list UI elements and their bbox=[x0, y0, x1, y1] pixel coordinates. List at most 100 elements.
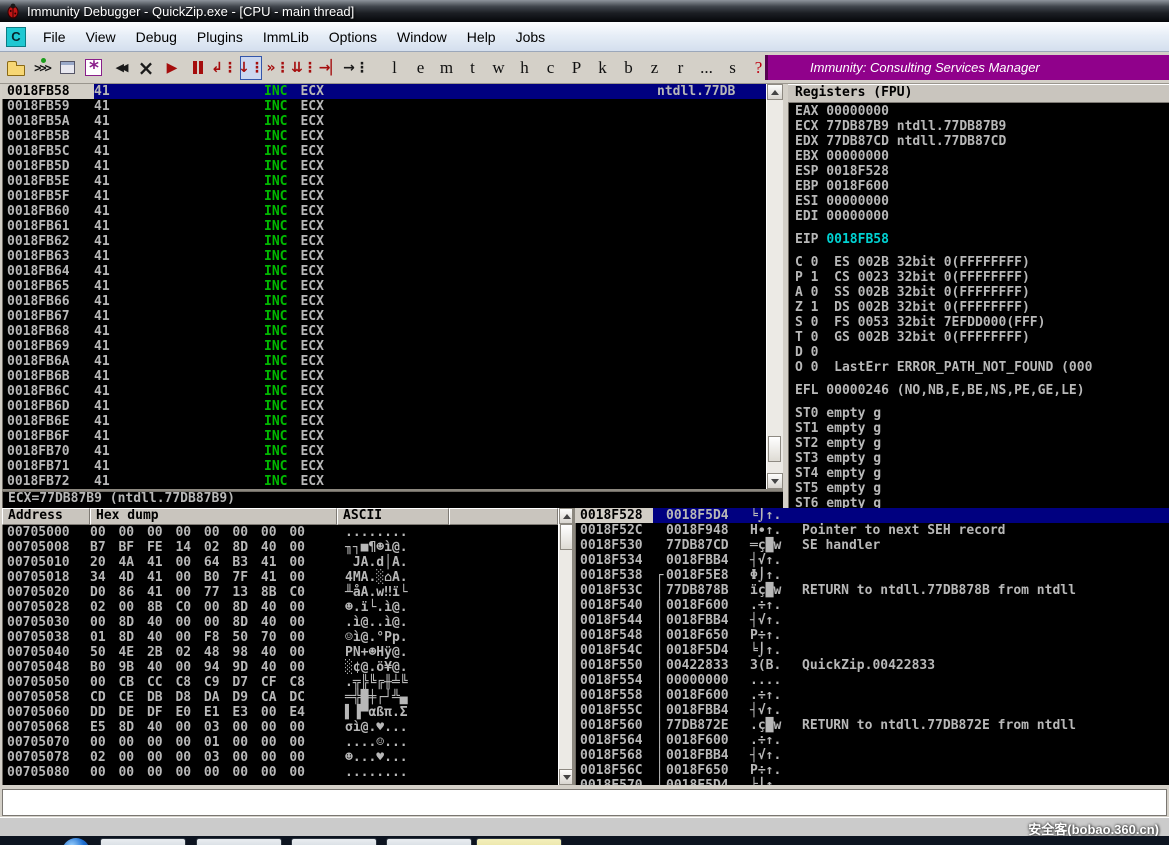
disasm-row[interactable]: 0018FB6541INCECX bbox=[2, 279, 766, 294]
pause-icon[interactable] bbox=[188, 57, 208, 79]
disasm-row[interactable]: 0018FB6741INCECX bbox=[2, 309, 766, 324]
disasm-row[interactable]: 0018FB6C41INCECX bbox=[2, 384, 766, 399]
toolbar-letter-button[interactable]: l bbox=[386, 58, 403, 78]
stack-row[interactable]: 0018F550│004228333(B.QuickZip.00422833 bbox=[575, 658, 1169, 673]
stack-row[interactable]: 0018F554│00000000.... bbox=[575, 673, 1169, 688]
disasm-row[interactable]: 0018FB5A41INCECX bbox=[2, 114, 766, 129]
scroll-down-icon[interactable] bbox=[767, 473, 783, 489]
stack-row[interactable]: 0018F5280018F5D4╘⌡↑. bbox=[575, 508, 1169, 523]
dump-row[interactable]: 00705058CD CE DB D8 DA D9 CA DC═╬█╪┌┘╩▄ bbox=[2, 690, 558, 705]
disassembly-pane[interactable]: 0018FB5841INCECXntdll.77DB0018FB5941INCE… bbox=[2, 84, 766, 489]
disasm-row[interactable]: 0018FB6D41INCECX bbox=[2, 399, 766, 414]
toolbar-letter-button[interactable]: m bbox=[438, 58, 455, 78]
disasm-row[interactable]: 0018FB6641INCECX bbox=[2, 294, 766, 309]
stack-row[interactable]: 0018F558│0018F600.÷↑. bbox=[575, 688, 1169, 703]
stack-row[interactable]: 0018F56C│0018F650P÷↑. bbox=[575, 763, 1169, 778]
disasm-row[interactable]: 0018FB6241INCECX bbox=[2, 234, 766, 249]
dump-row[interactable]: 0070508000 00 00 00 00 00 00 00........ bbox=[2, 765, 558, 780]
toolbar-letter-button[interactable]: e bbox=[412, 58, 429, 78]
taskbar-button[interactable] bbox=[291, 838, 377, 845]
disasm-row[interactable]: 0018FB6341INCECX bbox=[2, 249, 766, 264]
disasm-row[interactable]: 0018FB7041INCECX bbox=[2, 444, 766, 459]
dump-row[interactable]: 0070501020 4A 41 00 64 B3 41 00 JA.d│A. bbox=[2, 555, 558, 570]
toolbar-letter-button[interactable]: ... bbox=[698, 58, 715, 78]
menu-item-options[interactable]: Options bbox=[319, 25, 387, 49]
execute-till-return-icon[interactable]: →▏ bbox=[320, 57, 340, 79]
scroll-up-icon[interactable] bbox=[767, 84, 783, 100]
dump-row[interactable]: 00705068E5 8D 40 00 03 00 00 00σì@.♥... bbox=[2, 720, 558, 735]
menu-item-view[interactable]: View bbox=[76, 25, 126, 49]
disasm-row[interactable]: 0018FB6941INCECX bbox=[2, 339, 766, 354]
disasm-row[interactable]: 0018FB7141INCECX bbox=[2, 459, 766, 474]
command-input[interactable] bbox=[2, 789, 1167, 816]
stack-row[interactable]: 0018F52C0018F948H∙↑.Pointer to next SEH … bbox=[575, 523, 1169, 538]
toolbar-letter-button[interactable]: t bbox=[464, 58, 481, 78]
stack-row[interactable]: 0018F540│0018F600.÷↑. bbox=[575, 598, 1169, 613]
dump-row[interactable]: 00705020D0 86 41 00 77 13 8B C0╨åA.w‼ï└ bbox=[2, 585, 558, 600]
disasm-row[interactable]: 0018FB6F41INCECX bbox=[2, 429, 766, 444]
menu-item-immlib[interactable]: ImmLib bbox=[253, 25, 319, 49]
stack-row[interactable]: 0018F548│0018F650P÷↑. bbox=[575, 628, 1169, 643]
disasm-row[interactable]: 0018FB5841INCECXntdll.77DB bbox=[2, 84, 766, 99]
menu-item-plugins[interactable]: Plugins bbox=[187, 25, 253, 49]
disasm-row[interactable]: 0018FB5E41INCECX bbox=[2, 174, 766, 189]
disasm-row[interactable]: 0018FB5F41INCECX bbox=[2, 189, 766, 204]
plugins-icon[interactable]: * bbox=[84, 57, 104, 79]
memory-dump-pane[interactable]: AddressHex dumpASCII 0070500000 00 00 00… bbox=[2, 508, 572, 785]
stack-row[interactable]: 0018F53077DB87CD═ç█wSE handler bbox=[575, 538, 1169, 553]
dump-row[interactable]: 0070502802 00 8B C0 00 8D 40 00☻.ï└.ì@. bbox=[2, 600, 558, 615]
disasm-row[interactable]: 0018FB7241INCECX bbox=[2, 474, 766, 489]
scrollbar-thumb[interactable] bbox=[560, 524, 572, 550]
animate-over-icon[interactable]: ⇊⋮ bbox=[294, 57, 314, 79]
dump-row[interactable]: 0070507000 00 00 00 01 00 00 00....☺... bbox=[2, 735, 558, 750]
disasm-row[interactable]: 0018FB5C41INCECX bbox=[2, 144, 766, 159]
stack-row[interactable]: 0018F54C│0018F5D4╘⌡↑. bbox=[575, 643, 1169, 658]
stack-row[interactable]: 0018F564│0018F600.÷↑. bbox=[575, 733, 1169, 748]
execute-till-user-icon[interactable]: →⋮ bbox=[346, 57, 366, 79]
disasm-row[interactable]: 0018FB6041INCECX bbox=[2, 204, 766, 219]
stack-row[interactable]: 0018F544│0018FBB4┤√↑. bbox=[575, 613, 1169, 628]
restart-icon[interactable]: >>> bbox=[32, 57, 52, 79]
dump-row[interactable]: 0070503000 8D 40 00 00 8D 40 00.ì@..ì@. bbox=[2, 615, 558, 630]
taskbar-button[interactable] bbox=[196, 838, 282, 845]
step-into-icon[interactable]: ↲⋮ bbox=[214, 57, 234, 79]
disasm-row[interactable]: 0018FB6A41INCECX bbox=[2, 354, 766, 369]
cpu-window-icon[interactable]: C bbox=[6, 27, 26, 47]
stack-row[interactable]: 0018F560│77DB872E.ç█wRETURN to ntdll.77D… bbox=[575, 718, 1169, 733]
dump-row[interactable]: 0070501834 4D 41 00 B0 7F 41 004MA.░⌂A. bbox=[2, 570, 558, 585]
disasm-row[interactable]: 0018FB5D41INCECX bbox=[2, 159, 766, 174]
dump-row[interactable]: 0070507802 00 00 00 03 00 00 00☻...♥... bbox=[2, 750, 558, 765]
dump-row[interactable]: 00705008B7 BF FE 14 02 8D 40 00╖┐■¶☻ì@. bbox=[2, 540, 558, 555]
disassembly-scrollbar[interactable] bbox=[766, 84, 783, 489]
stack-row[interactable]: 0018F55C│0018FBB4┤√↑. bbox=[575, 703, 1169, 718]
stack-row[interactable]: 0018F568│0018FBB4┤√↑. bbox=[575, 748, 1169, 763]
taskbar-button[interactable] bbox=[476, 838, 562, 845]
menu-item-debug[interactable]: Debug bbox=[126, 25, 187, 49]
close-program-icon[interactable]: × bbox=[136, 57, 156, 79]
toolbar-letter-button[interactable]: s bbox=[724, 58, 741, 78]
open-file-icon[interactable] bbox=[6, 57, 26, 79]
stack-row[interactable]: 0018F538┌0018F5E8Φ⌡↑. bbox=[575, 568, 1169, 583]
start-orb-icon[interactable] bbox=[62, 838, 90, 845]
disasm-row[interactable]: 0018FB5941INCECX bbox=[2, 99, 766, 114]
scrollbar-thumb[interactable] bbox=[768, 436, 781, 462]
toolbar-letter-button[interactable]: P bbox=[568, 58, 585, 78]
rewind-icon[interactable]: ◀◀ bbox=[110, 57, 130, 79]
dump-row[interactable]: 0070505000 CB CC C8 C9 D7 CF C8.╦╠╚╔╫╧╚ bbox=[2, 675, 558, 690]
toolbar-letter-button[interactable]: c bbox=[542, 58, 559, 78]
toolbar-letter-button[interactable]: b bbox=[620, 58, 637, 78]
menu-item-file[interactable]: File bbox=[33, 25, 76, 49]
titlebar[interactable]: Immunity Debugger - QuickZip.exe - [CPU … bbox=[0, 0, 1169, 22]
dump-row[interactable]: 00705060DD DE DF E0 E1 E3 00 E4▌▐▀αßπ.Σ bbox=[2, 705, 558, 720]
registers-pane[interactable]: Registers (FPU) EAX 00000000ECX 77DB87B9… bbox=[788, 84, 1169, 508]
run-icon[interactable]: ▶ bbox=[162, 57, 182, 79]
menu-item-jobs[interactable]: Jobs bbox=[506, 25, 556, 49]
toolbar-letter-button[interactable]: h bbox=[516, 58, 533, 78]
menu-item-help[interactable]: Help bbox=[457, 25, 506, 49]
disasm-row[interactable]: 0018FB5B41INCECX bbox=[2, 129, 766, 144]
dump-row[interactable]: 0070503801 8D 40 00 F8 50 70 00☺ì@.°Pp. bbox=[2, 630, 558, 645]
scroll-down-icon[interactable] bbox=[559, 769, 572, 785]
toolbar-letter-button[interactable]: r bbox=[672, 58, 689, 78]
stack-row[interactable]: 0018F570│0018F5D4╘⌡↑. bbox=[575, 778, 1169, 785]
disasm-row[interactable]: 0018FB6841INCECX bbox=[2, 324, 766, 339]
